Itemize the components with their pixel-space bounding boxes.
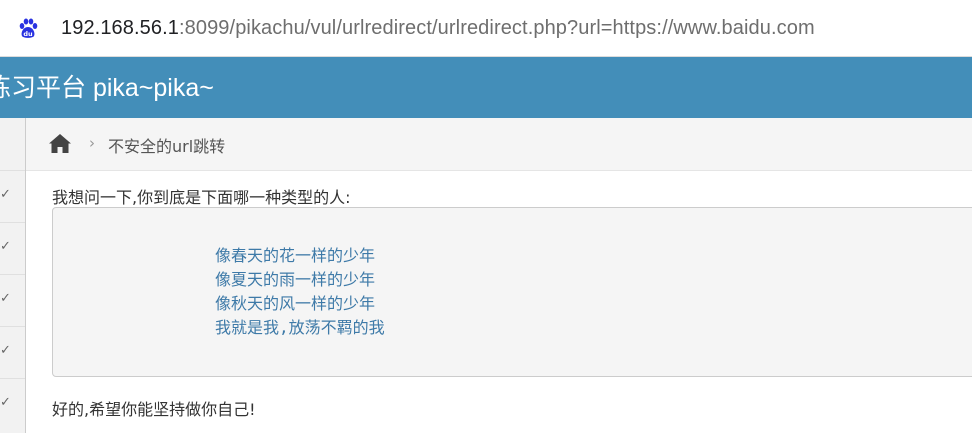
check-icon: ✓: [0, 343, 11, 358]
check-icon: ✓: [0, 291, 11, 306]
url-path: :8099/pikachu/vul/urlredirect/urlredirec…: [178, 17, 815, 39]
url-host: 192.168.56.1: [61, 17, 179, 39]
breadcrumb-separator: ›: [89, 134, 95, 152]
check-icon: ✓: [0, 187, 11, 202]
option-link[interactable]: 像秋天的风一样的少年: [215, 292, 375, 316]
breadcrumb: › 不安全的url跳转: [26, 118, 972, 171]
check-icon: ✓: [0, 395, 11, 410]
question-text: 我想问一下,你到底是下面哪一种类型的人:: [52, 188, 351, 207]
answer-text: 好的,希望你能坚持做你自己!: [52, 400, 256, 419]
sidebar-item[interactable]: ✓: [0, 170, 25, 223]
option-link[interactable]: 像春天的花一样的少年: [215, 244, 375, 268]
option-link[interactable]: 我就是我,放荡不羁的我: [215, 316, 385, 340]
option-link[interactable]: 像夏天的雨一样的少年: [215, 268, 375, 292]
baidu-paw-icon: du: [19, 18, 38, 38]
sidebar-item[interactable]: ✓: [0, 222, 25, 275]
sidebar-item[interactable]: ✓: [0, 378, 25, 431]
check-icon: ✓: [0, 239, 11, 254]
breadcrumb-current: 不安全的url跳转: [108, 137, 226, 156]
top-navbar: 练习平台 pika~pika~: [0, 57, 972, 118]
options-box: 像春天的花一样的少年 像夏天的雨一样的少年 像秋天的风一样的少年 我就是我,放荡…: [52, 207, 972, 377]
sidebar: ✓ ✓ ✓ ✓ ✓: [0, 118, 26, 433]
url-text[interactable]: 192.168.56.1:8099/pikachu/vul/urlredirec…: [61, 15, 815, 41]
home-icon[interactable]: [48, 133, 72, 154]
brand-title[interactable]: 练习平台 pika~pika~: [0, 72, 214, 104]
address-bar[interactable]: du 192.168.56.1:8099/pikachu/vul/urlredi…: [0, 0, 972, 57]
sidebar-item[interactable]: ✓: [0, 274, 25, 327]
sidebar-item[interactable]: ✓: [0, 326, 25, 379]
svg-text:du: du: [23, 30, 33, 38]
